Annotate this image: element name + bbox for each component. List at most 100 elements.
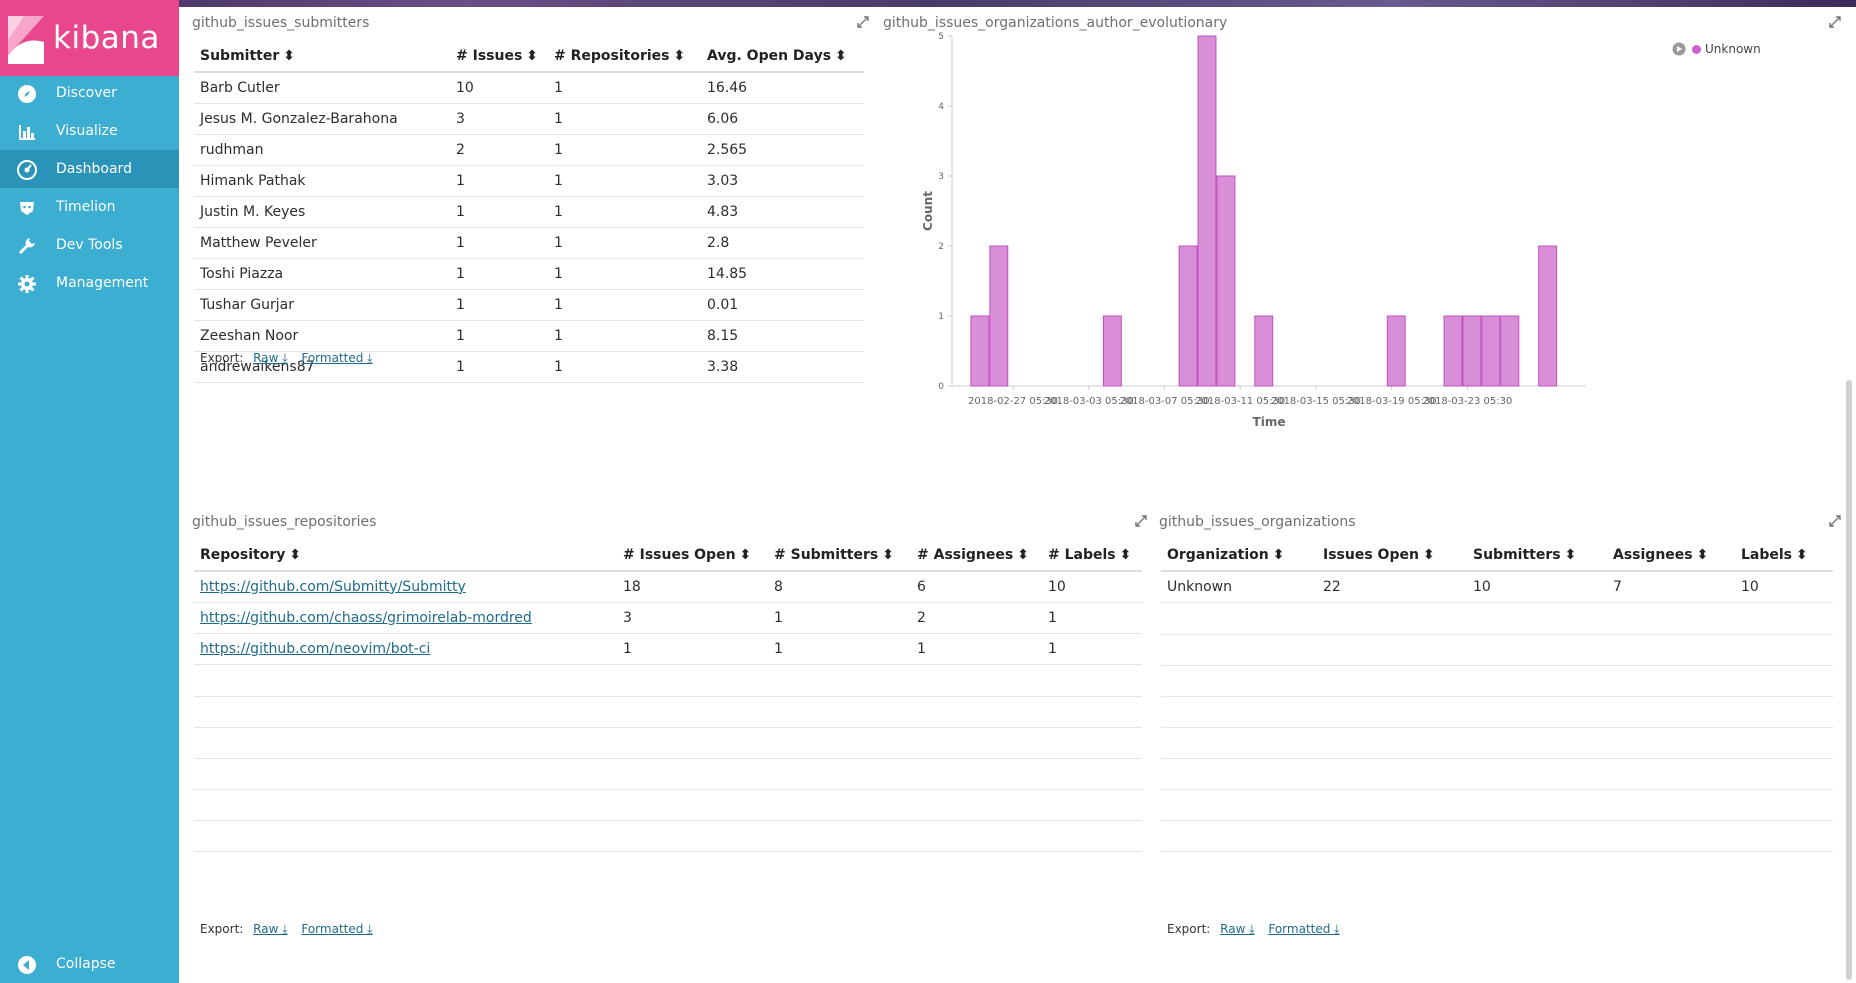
sort-icon[interactable]: ⬍: [1697, 547, 1709, 563]
sort-icon[interactable]: ⬍: [1796, 547, 1808, 563]
table-cell: 1: [548, 103, 701, 135]
column-header-issues-open[interactable]: # Issues Open ⬍: [617, 539, 768, 572]
chart-bar: [1481, 315, 1501, 387]
chart-legend: Unknown: [1672, 42, 1761, 56]
column-header-submitters[interactable]: Submitters ⬍: [1467, 539, 1607, 572]
empty-row-divider: [1161, 727, 1833, 728]
column-header-labels[interactable]: # Labels ⬍: [1042, 539, 1142, 572]
table-cell: 1: [450, 320, 548, 352]
chart-bar: [1197, 35, 1217, 387]
empty-row-divider: [1161, 634, 1833, 635]
sort-icon[interactable]: ⬍: [882, 547, 894, 563]
table-row: Himank Pathak 1 1 3.03: [194, 165, 864, 197]
dashboard-icon: [17, 160, 37, 180]
sort-icon[interactable]: ⬍: [1273, 547, 1285, 563]
wrench-icon: [19, 238, 35, 254]
chart-bar: [1178, 245, 1198, 387]
sidebar-item-visualize[interactable]: Visualize: [0, 112, 179, 150]
table-cell: 1: [450, 196, 548, 228]
repository-link[interactable]: https://github.com/Submitty/Submitty: [200, 579, 466, 595]
column-header-repositories[interactable]: # Repositories ⬍: [548, 40, 701, 73]
table-cell: 1: [548, 196, 701, 228]
sort-icon[interactable]: ⬍: [1565, 547, 1577, 563]
column-header-labels[interactable]: Labels ⬍: [1735, 539, 1833, 572]
sort-icon[interactable]: ⬍: [835, 48, 847, 64]
top-strip: [0, 0, 1856, 7]
export-raw-link[interactable]: Raw ⤓: [1220, 922, 1254, 936]
organizations-table: Organization ⬍ Issues Open ⬍ Submitters ⬍ A…: [1161, 539, 1833, 603]
column-header-avg-open-days[interactable]: Avg. Open Days ⬍: [701, 40, 864, 73]
expand-icon[interactable]: [1135, 515, 1147, 527]
table-row: Barb Cutler 10 1 16.46: [194, 72, 864, 104]
page-scrollbar[interactable]: [1846, 380, 1852, 980]
repository-link[interactable]: https://github.com/neovim/bot-ci: [200, 641, 430, 657]
panel-title-submitters: github_issues_submitters: [192, 15, 370, 31]
table-cell: 1: [548, 72, 701, 104]
column-header-submitters[interactable]: # Submitters ⬍: [768, 539, 911, 572]
column-header-submitter[interactable]: Submitter ⬍: [194, 40, 450, 73]
export-bar-organizations: Export: Raw ⤓ Formatted ⤓: [1167, 922, 1340, 936]
expand-icon[interactable]: [857, 16, 869, 28]
column-header-assignees[interactable]: Assignees ⬍: [1607, 539, 1735, 572]
expand-icon[interactable]: [1829, 515, 1841, 527]
sort-icon[interactable]: ⬍: [1120, 547, 1132, 563]
legend-toggle-icon[interactable]: [1672, 42, 1686, 56]
sidebar-item-discover[interactable]: Discover: [0, 74, 179, 112]
sidebar-item-label: Visualize: [56, 123, 118, 139]
table-cell: 2: [450, 134, 548, 166]
column-header-organization[interactable]: Organization ⬍: [1161, 539, 1317, 572]
sort-icon[interactable]: ⬍: [283, 48, 295, 64]
y-tick-label: 5: [938, 32, 944, 42]
compass-icon: [18, 85, 36, 103]
sidebar-item-dashboard[interactable]: Dashboard: [0, 150, 179, 188]
repository-link[interactable]: https://github.com/chaoss/grimoirelab-mo…: [200, 610, 532, 626]
sidebar-item-dev-tools[interactable]: Dev Tools: [0, 226, 179, 264]
empty-row-divider: [1161, 696, 1833, 697]
column-header-issues-open[interactable]: Issues Open ⬍: [1317, 539, 1467, 572]
table-row: https://github.com/Submitty/Submitty 18 8 6…: [194, 571, 1142, 603]
table-cell: Zeeshan Noor: [194, 320, 450, 352]
sort-icon[interactable]: ⬍: [740, 547, 752, 563]
export-formatted-link[interactable]: Formatted ⤓: [301, 351, 372, 365]
table-cell: rudhman: [194, 134, 450, 166]
expand-icon[interactable]: [1829, 16, 1841, 28]
table-cell: 1: [450, 351, 548, 383]
sidebar: kibana Discover Visualize Dashboard Time…: [0, 0, 179, 983]
chart-bar: [1216, 175, 1236, 387]
table-cell: 1: [450, 258, 548, 290]
sidebar-item-timelion[interactable]: Timelion: [0, 188, 179, 226]
empty-row-divider: [194, 758, 1142, 759]
export-raw-link[interactable]: Raw ⤓: [253, 351, 287, 365]
legend-item-unknown[interactable]: Unknown: [1705, 42, 1761, 56]
table-cell: 10: [1467, 571, 1607, 603]
empty-row-divider: [194, 851, 1142, 852]
sidebar-item-management[interactable]: Management: [0, 264, 179, 302]
y-tick-label: 4: [938, 102, 944, 112]
sort-icon[interactable]: ⬍: [289, 547, 301, 563]
export-raw-link[interactable]: Raw ⤓: [253, 922, 287, 936]
logo-text: kibana: [53, 20, 160, 56]
sort-icon[interactable]: ⬍: [526, 48, 538, 64]
export-formatted-link[interactable]: Formatted ⤓: [301, 922, 372, 936]
table-cell: 2: [911, 602, 1042, 634]
column-header-issues[interactable]: # Issues ⬍: [450, 40, 548, 73]
table-cell: 1: [548, 258, 701, 290]
sort-icon[interactable]: ⬍: [1017, 547, 1029, 563]
sidebar-collapse-button[interactable]: Collapse: [0, 945, 179, 983]
table-cell: Justin M. Keyes: [194, 196, 450, 228]
kibana-logo-icon: [8, 16, 44, 64]
export-bar-submitters: Export: Raw ⤓ Formatted ⤓: [200, 351, 373, 365]
sort-icon[interactable]: ⬍: [1423, 547, 1435, 563]
repositories-table: Repository ⬍ # Issues Open ⬍ # Submitters ⬍…: [194, 539, 1142, 665]
chart-bar: [1386, 315, 1406, 387]
table-cell: https://github.com/Submitty/Submitty: [194, 571, 617, 603]
column-header-assignees[interactable]: # Assignees ⬍: [911, 539, 1042, 572]
table-row: Zeeshan Noor 1 1 8.15: [194, 320, 864, 352]
export-formatted-link[interactable]: Formatted ⤓: [1268, 922, 1339, 936]
column-header-repository[interactable]: Repository ⬍: [194, 539, 617, 572]
x-axis-label: Time: [1253, 415, 1286, 429]
table-cell: 1: [548, 227, 701, 259]
sort-icon[interactable]: ⬍: [674, 48, 686, 64]
kibana-logo[interactable]: kibana: [0, 0, 179, 76]
table-cell: 3: [617, 602, 768, 634]
